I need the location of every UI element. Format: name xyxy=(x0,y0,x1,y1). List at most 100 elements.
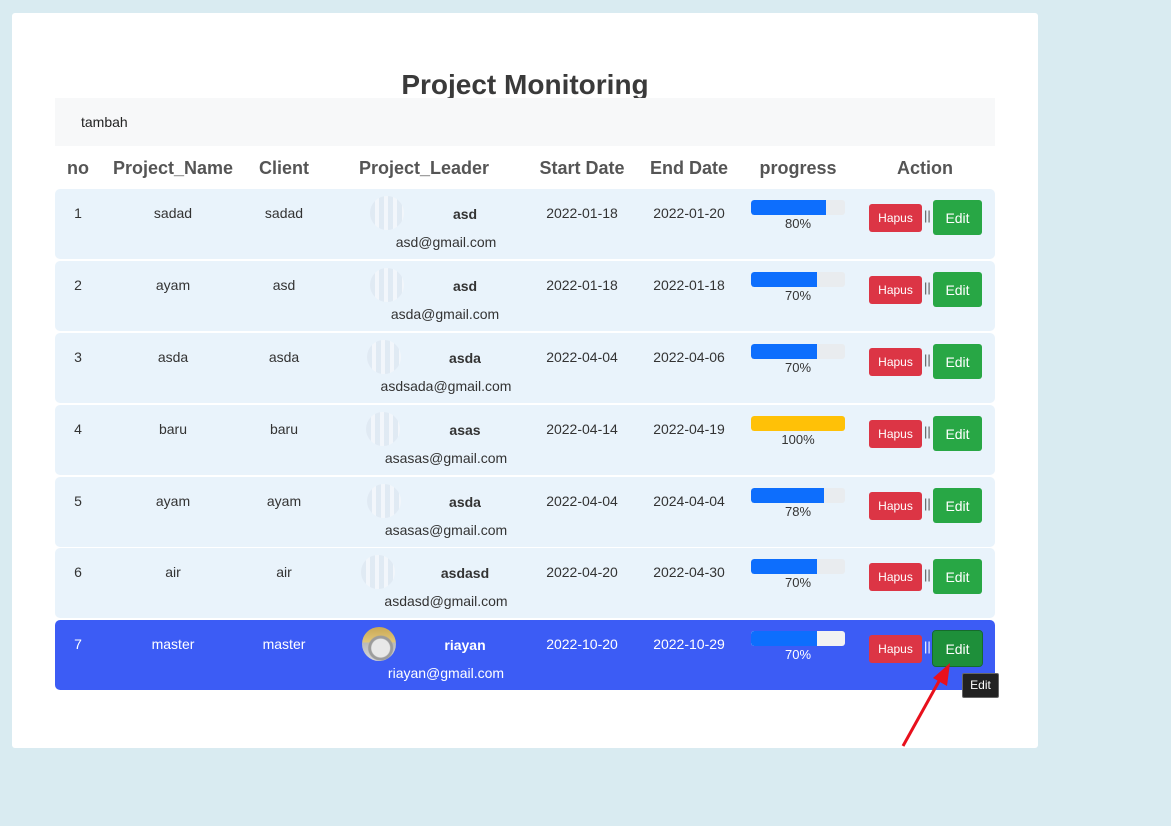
delete-button[interactable]: Hapus xyxy=(869,276,922,304)
edit-button[interactable]: Edit xyxy=(933,272,982,307)
leader-name: asda xyxy=(449,494,481,510)
delete-button[interactable]: Hapus xyxy=(869,563,922,591)
header-action: Action xyxy=(897,158,953,178)
table-row: 5 ayam ayam asda asasas@gmail.com 2022-04-04 2… xyxy=(55,477,995,547)
cell-no: 2 xyxy=(74,277,82,293)
leader-name: asda xyxy=(449,350,481,366)
avatar-icon xyxy=(370,196,404,230)
cell-end-date: 2022-10-29 xyxy=(653,636,725,652)
progress-label: 70% xyxy=(784,575,812,590)
table-row: 2 ayam asd asd asda@gmail.com 2022-01-18 2022-… xyxy=(55,261,995,331)
cell-client: air xyxy=(276,564,292,580)
leader-email: asasas@gmail.com xyxy=(384,522,508,538)
avatar-icon xyxy=(362,627,396,661)
cell-client: master xyxy=(262,636,306,652)
leader-name: asdasd xyxy=(440,565,490,581)
progress-label: 100% xyxy=(781,432,815,447)
cell-project-name: ayam xyxy=(155,493,191,509)
edit-button[interactable]: Edit xyxy=(933,416,982,451)
cell-no: 7 xyxy=(74,636,82,652)
cell-no: 4 xyxy=(74,421,82,437)
cell-no: 6 xyxy=(74,564,82,580)
edit-button[interactable]: Edit xyxy=(933,344,982,379)
leader-email: asdasd@gmail.com xyxy=(384,593,508,609)
delete-button[interactable]: Hapus xyxy=(869,348,922,376)
cell-end-date: 2024-04-04 xyxy=(653,493,725,509)
cell-end-date: 2022-01-18 xyxy=(653,277,725,293)
progress-fill xyxy=(751,344,817,359)
header-no: no xyxy=(67,158,89,178)
progress-label: 80% xyxy=(784,216,812,231)
cell-project-name: air xyxy=(165,564,181,580)
cell-project-name: asda xyxy=(157,349,189,365)
leader-name: asd xyxy=(452,278,478,294)
cell-project-name: baru xyxy=(158,421,188,437)
cell-start-date: 2022-04-04 xyxy=(546,349,618,365)
header-start-date: Start Date xyxy=(539,158,625,178)
table-row: 4 baru baru asas asasas@gmail.com 2022-04-14 2… xyxy=(55,405,995,475)
cell-start-date: 2022-04-20 xyxy=(546,564,618,580)
action-separator: || xyxy=(924,352,931,367)
leader-email: asda@gmail.com xyxy=(390,306,500,322)
header-progress: progress xyxy=(759,158,837,178)
delete-button[interactable]: Hapus xyxy=(869,635,922,663)
progress-fill xyxy=(751,631,817,646)
avatar-icon xyxy=(370,268,404,302)
cell-end-date: 2022-01-20 xyxy=(653,205,725,221)
table-row: 3 asda asda asda asdsada@gmail.com 2022-04-04… xyxy=(55,333,995,403)
cell-end-date: 2022-04-19 xyxy=(653,421,725,437)
leader-email: asasas@gmail.com xyxy=(384,450,508,466)
action-separator: || xyxy=(924,424,931,439)
progress-label: 70% xyxy=(784,288,812,303)
delete-button[interactable]: Hapus xyxy=(869,492,922,520)
cell-start-date: 2022-04-14 xyxy=(546,421,618,437)
edit-button[interactable]: Edit xyxy=(933,559,982,594)
cell-no: 5 xyxy=(74,493,82,509)
progress-bar xyxy=(751,631,845,646)
avatar-icon xyxy=(367,484,401,518)
cell-project-name: ayam xyxy=(155,277,191,293)
delete-button[interactable]: Hapus xyxy=(869,420,922,448)
progress-fill xyxy=(751,488,825,503)
action-separator: || xyxy=(924,567,931,582)
toolbar: tambah xyxy=(55,98,995,146)
cell-no: 1 xyxy=(74,205,82,221)
leader-name: riayan xyxy=(444,637,486,653)
action-separator: || xyxy=(924,639,931,654)
cell-project-name: master xyxy=(151,636,195,652)
leader-email: riayan@gmail.com xyxy=(387,665,505,681)
cell-client: asd xyxy=(272,277,296,293)
progress-bar xyxy=(751,272,845,287)
cell-end-date: 2022-04-06 xyxy=(653,349,725,365)
cell-client: asda xyxy=(268,349,300,365)
action-separator: || xyxy=(924,496,931,511)
cell-start-date: 2022-01-18 xyxy=(546,205,618,221)
progress-label: 78% xyxy=(784,504,812,519)
progress-bar xyxy=(751,200,845,215)
avatar-icon xyxy=(367,340,401,374)
progress-bar xyxy=(751,416,845,431)
cell-start-date: 2022-01-18 xyxy=(546,277,618,293)
leader-email: asdsada@gmail.com xyxy=(380,378,512,394)
edit-button[interactable]: Edit xyxy=(933,200,982,235)
table-header: no Project_Name Client Project_Leader St… xyxy=(55,150,995,186)
cell-start-date: 2022-04-04 xyxy=(546,493,618,509)
action-separator: || xyxy=(924,280,931,295)
progress-label: 70% xyxy=(784,647,812,662)
cell-client: baru xyxy=(269,421,299,437)
delete-button[interactable]: Hapus xyxy=(869,204,922,232)
cell-end-date: 2022-04-30 xyxy=(653,564,725,580)
edit-button[interactable]: Edit xyxy=(933,488,982,523)
add-project-link[interactable]: tambah xyxy=(81,114,128,130)
arrow-icon xyxy=(901,663,950,747)
cell-client: sadad xyxy=(264,205,304,221)
progress-bar xyxy=(751,559,845,574)
progress-label: 70% xyxy=(784,360,812,375)
avatar-icon xyxy=(361,555,395,589)
cell-start-date: 2022-10-20 xyxy=(546,636,618,652)
cell-project-name: sadad xyxy=(153,205,193,221)
progress-bar xyxy=(751,488,845,503)
progress-bar xyxy=(751,344,845,359)
header-end-date: End Date xyxy=(649,158,729,178)
header-project-name: Project_Name xyxy=(112,158,234,178)
